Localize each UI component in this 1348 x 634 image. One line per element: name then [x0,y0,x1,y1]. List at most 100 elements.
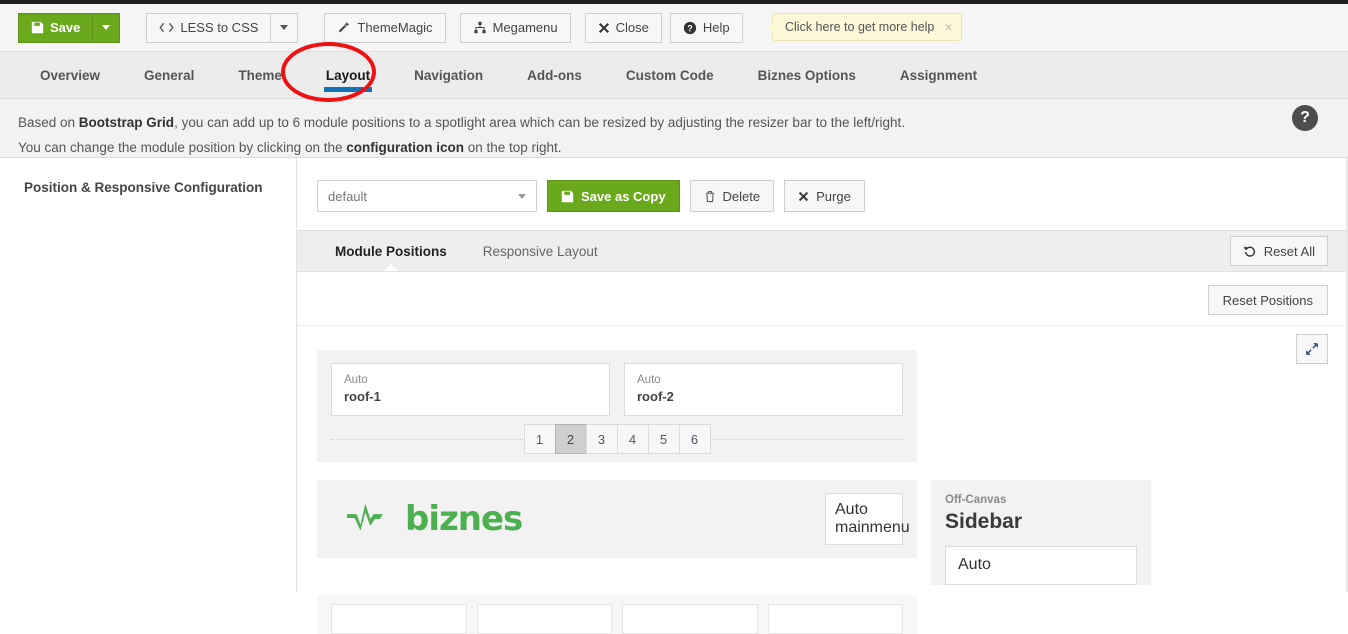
less-to-css-dropdown-toggle[interactable] [270,12,299,43]
floppy-disk-icon [31,21,44,34]
chevron-down-icon [280,25,289,30]
primary-nav-tabs: Overview General Theme Layout Navigation… [0,52,1348,99]
close-button[interactable]: Close [584,12,662,43]
tab-theme[interactable]: Theme [216,52,304,98]
chevron-down-icon [102,25,111,30]
secondary-tabs: Module Positions Responsive Layout Reset… [297,230,1348,272]
pager-item-1[interactable]: 1 [523,424,556,454]
chevron-down-icon [518,193,526,199]
tab-layout[interactable]: Layout [304,52,392,98]
description-line-2: You can change the module position by cl… [18,138,1330,158]
tab-label: Biznes Options [757,67,856,83]
desc-text: on the top right. [463,140,562,155]
code-icon [159,21,174,34]
help-tooltip-text: Click here to get more help [785,20,935,34]
x-icon [598,22,610,34]
close-button-label: Close [615,20,649,35]
module-box-placeholder[interactable] [476,604,612,634]
bottom-partial-row [317,595,1328,634]
megamenu-button[interactable]: Megamenu [459,12,571,43]
configuration-toolbar: default Save as Copy Delete Purge [297,158,1348,218]
purge-label: Purge [816,188,851,204]
module-position-name: roof-1 [344,389,381,404]
main-toolbar: Save LESS to CSS ThemeMagic Megamenu Clo… [0,4,1348,52]
subtab-responsive-layout[interactable]: Responsive Layout [465,244,616,259]
help-tooltip: Click here to get more help × [767,13,962,41]
reset-positions-label: Reset Positions [1222,292,1313,308]
tab-custom-code[interactable]: Custom Code [604,52,736,98]
save-dropdown-toggle[interactable] [92,12,121,43]
desc-text: You can change the module position by cl… [18,140,347,155]
tab-label: Assignment [899,67,978,83]
delete-label: Delete [722,188,761,204]
page-title: Position & Responsive Configuration [24,180,263,195]
pager-item-5[interactable]: 5 [647,424,680,454]
close-icon[interactable]: × [944,19,952,35]
tab-assignment[interactable]: Assignment [878,52,999,98]
tab-label: Overview [40,67,101,83]
subtab-module-positions[interactable]: Module Positions [317,244,465,259]
offcanvas-title: Sidebar [945,510,1023,533]
help-button[interactable]: ? Help [669,12,743,43]
module-box-offcanvas[interactable]: Auto [945,546,1137,585]
pager-item-6[interactable]: 6 [678,424,711,454]
x-icon [798,191,809,202]
description-bar: Based on Bootstrap Grid, you can add up … [0,99,1348,158]
expand-button[interactable] [1296,334,1328,364]
pager-item-2[interactable]: 2 [554,424,587,454]
undo-icon [1243,244,1257,258]
module-auto-label: Auto [835,501,868,518]
site-logo: biznes [345,499,523,539]
sitemap-icon [473,21,487,34]
less-to-css-button-group: LESS to CSS [146,12,299,43]
thememagic-label: ThemeMagic [357,20,433,35]
module-box-roof-2[interactable]: Auto roof-2 [624,363,903,416]
desc-strong: Bootstrap Grid [78,115,175,130]
less-to-css-button[interactable]: LESS to CSS [146,12,272,43]
delete-button[interactable]: Delete [689,180,775,212]
tab-biznes-options[interactable]: Biznes Options [736,52,878,98]
tab-overview[interactable]: Overview [18,52,122,98]
module-auto-label: Auto [344,374,368,386]
tab-label: Navigation [414,67,484,83]
desc-text: , you can add up to 6 module positions t… [174,115,905,130]
save-as-copy-button[interactable]: Save as Copy [547,180,680,212]
module-position-name: mainmenu [835,519,910,536]
description-line-1: Based on Bootstrap Grid, you can add up … [18,113,1330,133]
left-panel: Position & Responsive Configuration [0,158,297,592]
thememagic-button[interactable]: ThemeMagic [324,12,446,43]
tab-navigation[interactable]: Navigation [392,52,505,98]
pager-item-4[interactable]: 4 [616,424,649,454]
save-button[interactable]: Save [18,12,94,43]
save-button-group: Save [18,12,121,43]
module-box-roof-1[interactable]: Auto roof-1 [331,363,610,416]
module-box-placeholder[interactable] [622,604,758,634]
module-auto-label: Auto [637,374,661,386]
tab-general[interactable]: General [122,52,216,98]
reset-all-button[interactable]: Reset All [1229,236,1328,266]
megamenu-label: Megamenu [492,20,558,35]
trash-icon [704,190,716,203]
tab-label: Layout [325,67,371,83]
module-box-placeholder[interactable] [767,604,903,634]
save-as-copy-label: Save as Copy [581,188,666,204]
offcanvas-label: Off-Canvas [945,494,1007,506]
save-button-label: Save [50,20,81,35]
help-button-label: Help [702,20,730,35]
roof-resizer-row: 1 2 3 4 5 6 [331,416,903,462]
question-circle-icon: ? [683,21,697,35]
tab-add-ons[interactable]: Add-ons [505,52,604,98]
less-to-css-label: LESS to CSS [180,20,259,35]
purge-button[interactable]: Purge [784,180,865,212]
reset-positions-button[interactable]: Reset Positions [1207,285,1328,315]
preset-select[interactable]: default [317,180,537,212]
module-box-placeholder[interactable] [331,604,467,634]
header-and-offcanvas-row: biznes Auto mainmenu Off-Canvas Sidebar … [317,480,1328,585]
tab-label: General [144,67,195,83]
tab-label: Theme [238,67,282,83]
module-box-mainmenu[interactable]: Auto mainmenu [825,493,910,545]
pager-item-3[interactable]: 3 [585,424,618,454]
question-mark-icon[interactable]: ? [1292,105,1318,131]
reset-positions-row: Reset Positions [297,272,1348,326]
expand-arrows-icon [1305,342,1319,356]
